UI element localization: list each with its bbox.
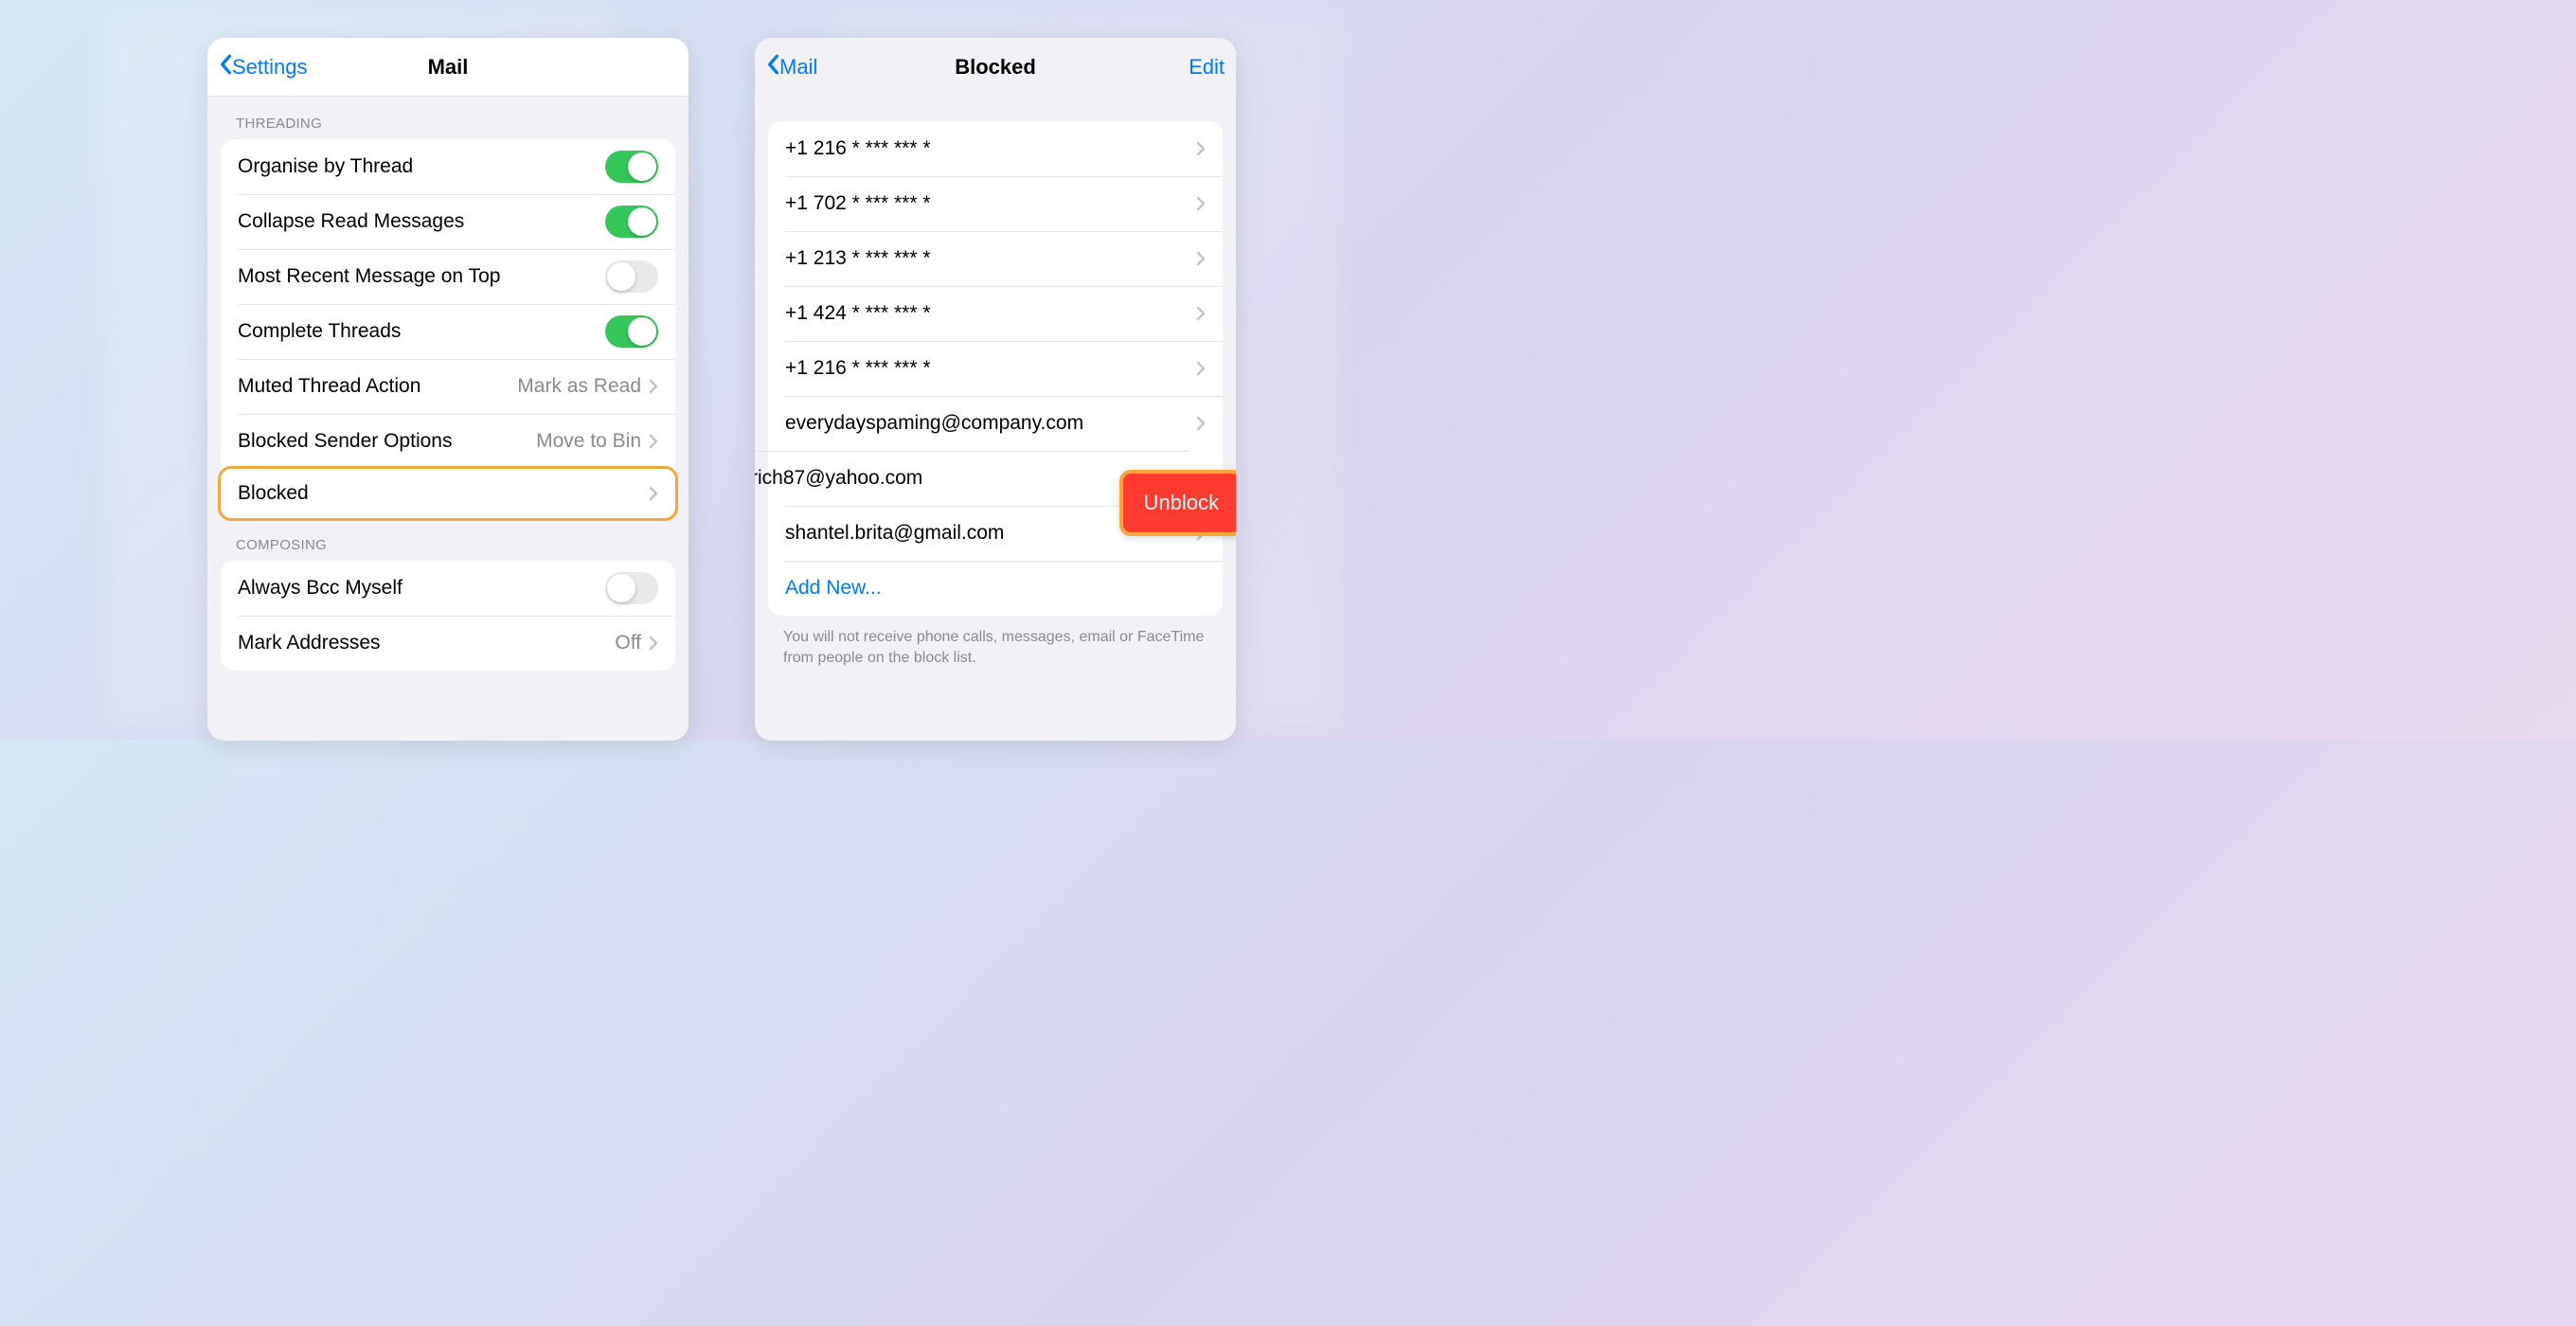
add-new-row[interactable]: Add New... <box>768 561 1223 616</box>
blocked-item-label: +1 213 * *** *** * <box>785 247 931 270</box>
blocked-item-label: +1 216 * *** *** * <box>785 137 931 160</box>
blocked-item[interactable]: +1 424 * *** *** * <box>768 286 1223 341</box>
chevron-right-icon <box>1196 196 1206 211</box>
chevron-right-icon <box>1196 306 1206 321</box>
row-label: Blocked <box>238 482 309 505</box>
row-value: Move to Bin <box>536 430 641 453</box>
blocked-item-label: +1 424 * *** *** * <box>785 302 931 325</box>
unblock-button[interactable]: Unblock <box>1119 470 1236 536</box>
blocked-item[interactable]: +1 216 * *** *** * <box>768 341 1223 396</box>
blocked-list-group: +1 216 * *** *** * +1 702 * *** *** * +1… <box>768 121 1223 616</box>
back-button[interactable]: Mail <box>766 54 817 81</box>
row-collapse-read[interactable]: Collapse Read Messages <box>221 194 675 249</box>
chevron-right-icon <box>1196 416 1206 431</box>
row-label: Most Recent Message on Top <box>238 265 500 288</box>
back-button[interactable]: Settings <box>219 54 308 81</box>
composing-group: Always Bcc Myself Mark Addresses Off <box>221 561 675 671</box>
blocked-list-panel: Mail Blocked Edit +1 216 * *** *** * +1 … <box>755 38 1236 741</box>
row-organise-by-thread[interactable]: Organise by Thread <box>221 139 675 194</box>
row-blocked[interactable]: Blocked <box>218 466 678 521</box>
back-label: Settings <box>232 55 308 80</box>
row-label: Blocked Sender Options <box>238 430 452 453</box>
toggle-organise[interactable] <box>605 151 658 183</box>
toggle-collapse[interactable] <box>605 206 658 238</box>
navbar-left: Settings Mail <box>207 38 689 97</box>
row-value: Mark as Read <box>517 375 641 398</box>
chevron-left-icon <box>766 54 779 81</box>
row-always-bcc[interactable]: Always Bcc Myself <box>221 561 675 616</box>
row-mark-addresses[interactable]: Mark Addresses Off <box>221 616 675 671</box>
row-value: Off <box>615 632 641 654</box>
threading-group: Organise by Thread Collapse Read Message… <box>221 139 675 521</box>
footer-note: You will not receive phone calls, messag… <box>755 616 1236 685</box>
chevron-right-icon <box>1196 361 1206 376</box>
back-label: Mail <box>779 55 817 80</box>
toggle-recent[interactable] <box>605 260 658 293</box>
chevron-right-icon <box>649 486 658 501</box>
row-label: Complete Threads <box>238 320 401 343</box>
navbar-right: Mail Blocked Edit <box>755 38 1236 97</box>
blocked-item-label: rich87@yahoo.com <box>755 467 922 490</box>
blocked-item[interactable]: +1 216 * *** *** * <box>768 121 1223 176</box>
row-label: Always Bcc Myself <box>238 577 402 600</box>
blocked-item[interactable]: everydayspaming@company.com <box>768 396 1223 451</box>
blocked-item-label: +1 216 * *** *** * <box>785 357 931 380</box>
toggle-complete[interactable] <box>605 315 658 348</box>
row-most-recent-top[interactable]: Most Recent Message on Top <box>221 249 675 304</box>
row-muted-thread-action[interactable]: Muted Thread Action Mark as Read <box>221 359 675 414</box>
page-title: Blocked <box>755 55 1236 80</box>
chevron-right-icon <box>1196 251 1206 266</box>
unblock-highlight: Unblock <box>1119 470 1236 536</box>
chevron-right-icon <box>649 379 658 394</box>
row-blocked-sender-options[interactable]: Blocked Sender Options Move to Bin <box>221 414 675 469</box>
section-header-composing: COMPOSING <box>207 518 689 561</box>
section-header-threading: THREADING <box>207 97 689 139</box>
row-label: Organise by Thread <box>238 155 413 178</box>
blocked-item-label: shantel.brita@gmail.com <box>785 522 1004 545</box>
add-new-label: Add New... <box>785 577 882 600</box>
blocked-item[interactable]: +1 702 * *** *** * <box>768 176 1223 231</box>
chevron-right-icon <box>649 434 658 449</box>
row-label: Mark Addresses <box>238 632 381 654</box>
blocked-item-label: everydayspaming@company.com <box>785 412 1083 435</box>
row-label: Collapse Read Messages <box>238 210 464 233</box>
chevron-right-icon <box>1196 141 1206 156</box>
chevron-right-icon <box>649 636 658 651</box>
chevron-left-icon <box>219 54 232 81</box>
mail-settings-panel: Settings Mail THREADING Organise by Thre… <box>207 38 689 741</box>
row-complete-threads[interactable]: Complete Threads <box>221 304 675 359</box>
edit-button[interactable]: Edit <box>1189 55 1225 80</box>
row-label: Muted Thread Action <box>238 375 420 398</box>
blocked-item-label: +1 702 * *** *** * <box>785 192 931 215</box>
blocked-item[interactable]: +1 213 * *** *** * <box>768 231 1223 286</box>
toggle-bcc[interactable] <box>605 572 658 604</box>
